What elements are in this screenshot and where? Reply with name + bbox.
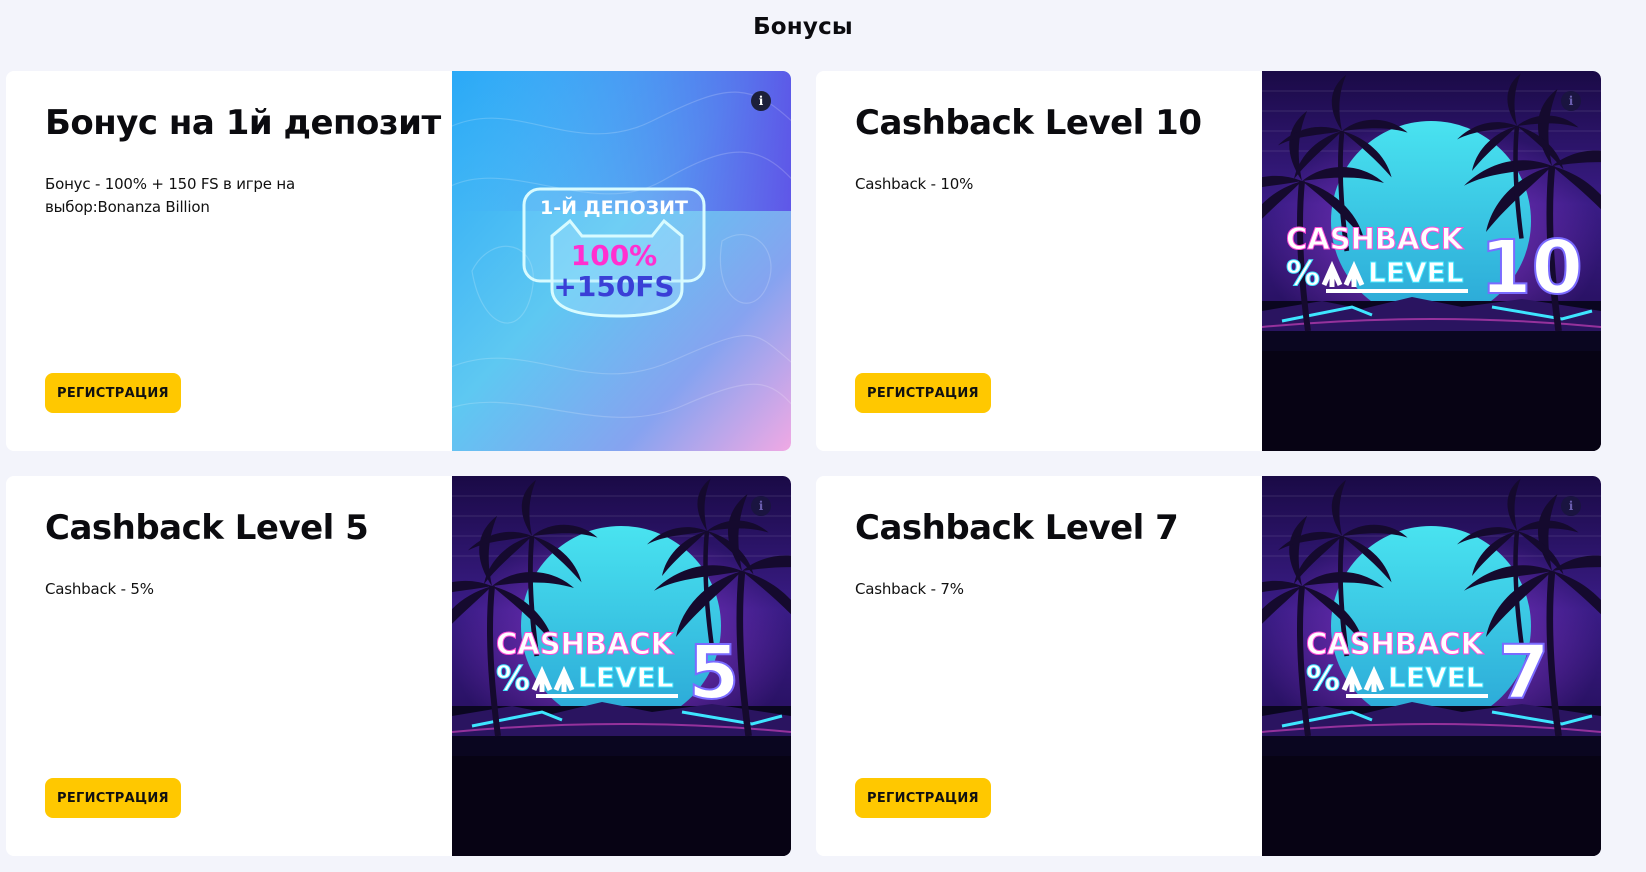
cashback-word: CASHBACK: [496, 627, 675, 661]
card-description: Cashback - 7%: [855, 580, 964, 598]
register-button[interactable]: РЕГИСТРАЦИЯ: [45, 778, 181, 818]
level-number: 5: [688, 630, 740, 716]
cashback-artwork: CASHBACK % LEVEL 7: [1262, 476, 1601, 856]
cashback-artwork: CASHBACK % LEVEL 10: [1262, 71, 1601, 451]
card-description: Бонус - 100% + 150 FS в игре на выбор:Bo…: [45, 175, 295, 216]
register-button[interactable]: РЕГИСТРАЦИЯ: [855, 778, 991, 818]
page-title: Бонусы: [753, 14, 853, 40]
card-text-block: Cashback Level 10 Cashback - 10% РЕГИСТР…: [855, 71, 1235, 451]
card-text-block: Бонус на 1й депозит Бонус - 100% + 150 F…: [45, 71, 441, 451]
cashback-artwork: CASHBACK % LEVEL 5: [452, 476, 791, 856]
cashback-word: CASHBACK: [1286, 222, 1465, 256]
info-icon[interactable]: i: [1561, 496, 1581, 516]
info-icon[interactable]: i: [1561, 91, 1581, 111]
card-text-block: Cashback Level 5 Cashback - 5% РЕГИСТРАЦ…: [45, 476, 425, 856]
deposit-bonus-artwork: 1-Й ДЕПОЗИТ 100% +150FS: [452, 71, 791, 451]
info-icon[interactable]: i: [751, 496, 771, 516]
percent-sign: %: [1286, 254, 1320, 294]
bonus-card-cashback-5: Cashback Level 5 Cashback - 5% РЕГИСТРАЦ…: [6, 476, 791, 856]
badge-line-2: 100%: [571, 239, 658, 272]
badge-line-3: +150FS: [553, 270, 674, 303]
card-text-block: Cashback Level 7 Cashback - 7% РЕГИСТРАЦ…: [855, 476, 1235, 856]
percent-sign: %: [496, 659, 530, 699]
info-icon[interactable]: i: [751, 91, 771, 111]
card-title: Бонус на 1й депозит: [45, 103, 441, 143]
card-title: Cashback Level 5: [45, 508, 369, 548]
percent-sign: %: [1306, 659, 1340, 699]
bonus-card-cashback-7: Cashback Level 7 Cashback - 7% РЕГИСТРАЦ…: [816, 476, 1601, 856]
cashback-image[interactable]: CASHBACK % LEVEL 7 i: [1262, 476, 1601, 856]
level-word: LEVEL: [1388, 661, 1484, 694]
card-description: Cashback - 10%: [855, 175, 974, 193]
badge-line-1: 1-Й ДЕПОЗИТ: [540, 196, 688, 219]
level-word: LEVEL: [578, 661, 674, 694]
deposit-bonus-image[interactable]: 1-Й ДЕПОЗИТ 100% +150FS i: [452, 71, 791, 451]
card-title: Cashback Level 10: [855, 103, 1202, 143]
bonus-card-cashback-10: Cashback Level 10 Cashback - 10% РЕГИСТР…: [816, 71, 1601, 451]
bonus-card-deposit: Бонус на 1й депозит Бонус - 100% + 150 F…: [6, 71, 791, 451]
level-number: 10: [1480, 225, 1583, 311]
cashback-image[interactable]: CASHBACK % LEVEL 10 i: [1262, 71, 1601, 451]
level-word: LEVEL: [1368, 256, 1464, 289]
card-description: Cashback - 5%: [45, 580, 154, 598]
register-button[interactable]: РЕГИСТРАЦИЯ: [45, 373, 181, 413]
card-title: Cashback Level 7: [855, 508, 1179, 548]
level-number: 7: [1498, 630, 1550, 716]
register-button[interactable]: РЕГИСТРАЦИЯ: [855, 373, 991, 413]
cashback-image[interactable]: CASHBACK % LEVEL 5 i: [452, 476, 791, 856]
cashback-word: CASHBACK: [1306, 627, 1485, 661]
